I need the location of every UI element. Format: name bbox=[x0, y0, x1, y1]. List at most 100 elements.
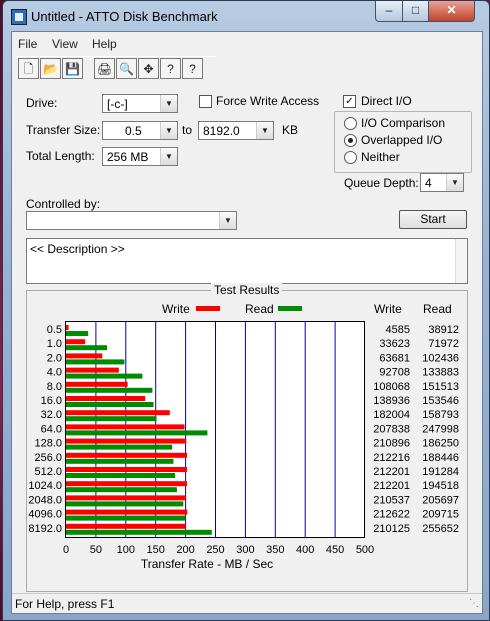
y-tick-label: 64.0 bbox=[41, 423, 62, 435]
y-tick-label: 8192.0 bbox=[28, 523, 62, 535]
y-tick-label: 512.0 bbox=[34, 466, 62, 478]
menu-help[interactable]: Help bbox=[92, 37, 117, 51]
write-value: 210125 bbox=[373, 523, 410, 535]
write-value: 33623 bbox=[379, 338, 410, 350]
write-value: 212216 bbox=[373, 452, 410, 464]
y-tick-label: 2.0 bbox=[47, 352, 62, 364]
move-icon[interactable]: ✥ bbox=[138, 58, 159, 79]
force-write-checkbox[interactable] bbox=[199, 95, 212, 108]
overlapped-io-label: Overlapped I/O bbox=[361, 133, 443, 147]
direct-io-label: Direct I/O bbox=[361, 94, 412, 108]
new-icon[interactable]: 🗋 bbox=[18, 58, 39, 79]
write-bar bbox=[66, 381, 128, 387]
write-value: 210537 bbox=[373, 494, 410, 506]
chart-svg: 0 50 100 150 200 250 300 350 400 450 500 Transfer R… bbox=[28, 321, 459, 571]
controlled-by-select[interactable]: ▼ bbox=[26, 211, 237, 230]
window-title: Untitled - ATTO Disk Benchmark bbox=[31, 9, 218, 24]
write-bar bbox=[66, 495, 187, 501]
read-value: 38912 bbox=[428, 324, 459, 336]
chevron-down-icon: ▼ bbox=[160, 122, 177, 139]
resize-grip-icon[interactable]: ⋱ bbox=[469, 598, 479, 609]
menu-view[interactable]: View bbox=[52, 37, 78, 51]
start-button[interactable]: Start bbox=[399, 210, 467, 229]
write-bar bbox=[66, 325, 69, 330]
context-help-icon[interactable]: ? bbox=[182, 58, 203, 79]
client-area: File View Help 🗋 📂 💾 🖨 🔍 ✥ ? ? Drive: [-… bbox=[11, 31, 483, 614]
read-bar bbox=[66, 487, 177, 493]
toolbar: 🗋 📂 💾 🖨 🔍 ✥ ? ? bbox=[16, 56, 216, 83]
x-tick-label: 500 bbox=[356, 544, 374, 556]
read-bar bbox=[66, 373, 143, 379]
minimize-button[interactable]: – bbox=[375, 1, 403, 22]
maximize-button[interactable]: □ bbox=[402, 1, 429, 22]
x-tick-label: 50 bbox=[90, 544, 102, 556]
drive-label: Drive: bbox=[26, 96, 58, 110]
x-tick-label: 0 bbox=[63, 544, 69, 556]
y-tick-label: 1.0 bbox=[47, 338, 62, 350]
print-preview-icon[interactable]: 🔍 bbox=[116, 58, 137, 79]
queue-depth-label: Queue Depth: bbox=[344, 176, 419, 190]
transfer-size-label: Transfer Size: bbox=[26, 123, 101, 137]
read-bar bbox=[66, 430, 208, 436]
x-axis-label: Transfer Rate - MB / Sec bbox=[141, 557, 273, 571]
chevron-down-icon: ▼ bbox=[446, 174, 463, 191]
write-bar bbox=[66, 438, 187, 444]
write-bar bbox=[66, 353, 103, 359]
x-tick-label: 100 bbox=[117, 544, 135, 556]
read-bar bbox=[66, 515, 186, 521]
io-comparison-radio[interactable] bbox=[344, 117, 357, 130]
status-bar: For Help, press F1 ⋱ bbox=[12, 593, 482, 614]
neither-radio[interactable] bbox=[344, 151, 357, 164]
write-bar bbox=[66, 424, 185, 430]
read-bar bbox=[66, 402, 154, 407]
write-value: 108068 bbox=[373, 381, 410, 393]
overlapped-io-radio[interactable] bbox=[344, 134, 357, 147]
write-value: 210896 bbox=[373, 438, 410, 450]
write-value: 138936 bbox=[373, 395, 410, 407]
y-tick-label: 2048.0 bbox=[28, 494, 62, 506]
open-icon[interactable]: 📂 bbox=[40, 58, 61, 79]
chevron-down-icon: ▼ bbox=[160, 148, 177, 165]
y-tick-label: 4096.0 bbox=[28, 509, 62, 521]
read-bar bbox=[66, 501, 184, 507]
read-bar bbox=[66, 359, 125, 365]
read-value: 71972 bbox=[428, 338, 459, 350]
y-tick-label: 1024.0 bbox=[28, 480, 62, 492]
write-value: 63681 bbox=[379, 352, 410, 364]
read-bar bbox=[66, 529, 212, 535]
write-value: 207838 bbox=[373, 423, 410, 435]
read-value: 209715 bbox=[422, 509, 459, 521]
title-bar[interactable]: Untitled - ATTO Disk Benchmark – □ ✕ bbox=[3, 1, 489, 31]
transfer-unit-label: KB bbox=[282, 123, 299, 137]
direct-io-checkbox[interactable]: ✓ bbox=[343, 95, 356, 108]
save-icon[interactable]: 💾 bbox=[62, 58, 83, 79]
queue-depth-select[interactable]: 4 ▼ bbox=[420, 173, 464, 192]
description-box[interactable]: << Description >> bbox=[26, 238, 468, 284]
print-icon[interactable]: 🖨 bbox=[94, 58, 115, 79]
read-value: 191284 bbox=[422, 466, 459, 478]
neither-label: Neither bbox=[361, 150, 400, 164]
write-value: 92708 bbox=[379, 367, 410, 379]
x-tick-label: 150 bbox=[147, 544, 165, 556]
write-bar bbox=[66, 509, 188, 515]
y-tick-label: 4.0 bbox=[47, 367, 62, 379]
x-tick-label: 400 bbox=[296, 544, 314, 556]
help-icon[interactable]: ? bbox=[160, 58, 181, 79]
y-tick-label: 0.5 bbox=[47, 324, 62, 336]
force-write-label: Force Write Access bbox=[216, 94, 320, 108]
chevron-down-icon: ▼ bbox=[160, 95, 177, 112]
menu-file[interactable]: File bbox=[18, 37, 37, 51]
total-length-select[interactable]: 256 MB ▼ bbox=[102, 147, 178, 166]
transfer-size-to-select[interactable]: 8192.0 ▼ bbox=[198, 121, 274, 140]
transfer-size-from-select[interactable]: 0.5 ▼ bbox=[102, 121, 178, 140]
write-bar bbox=[66, 523, 186, 529]
description-scrollbar[interactable] bbox=[455, 239, 467, 283]
drive-select[interactable]: [-c-] ▼ bbox=[102, 94, 178, 113]
write-value: 212201 bbox=[373, 480, 410, 492]
read-value: 247998 bbox=[422, 423, 459, 435]
description-text: << Description >> bbox=[30, 242, 125, 256]
close-button[interactable]: ✕ bbox=[428, 1, 475, 22]
read-value: 188446 bbox=[422, 452, 459, 464]
read-value: 153546 bbox=[422, 395, 459, 407]
write-value: 182004 bbox=[373, 409, 410, 421]
